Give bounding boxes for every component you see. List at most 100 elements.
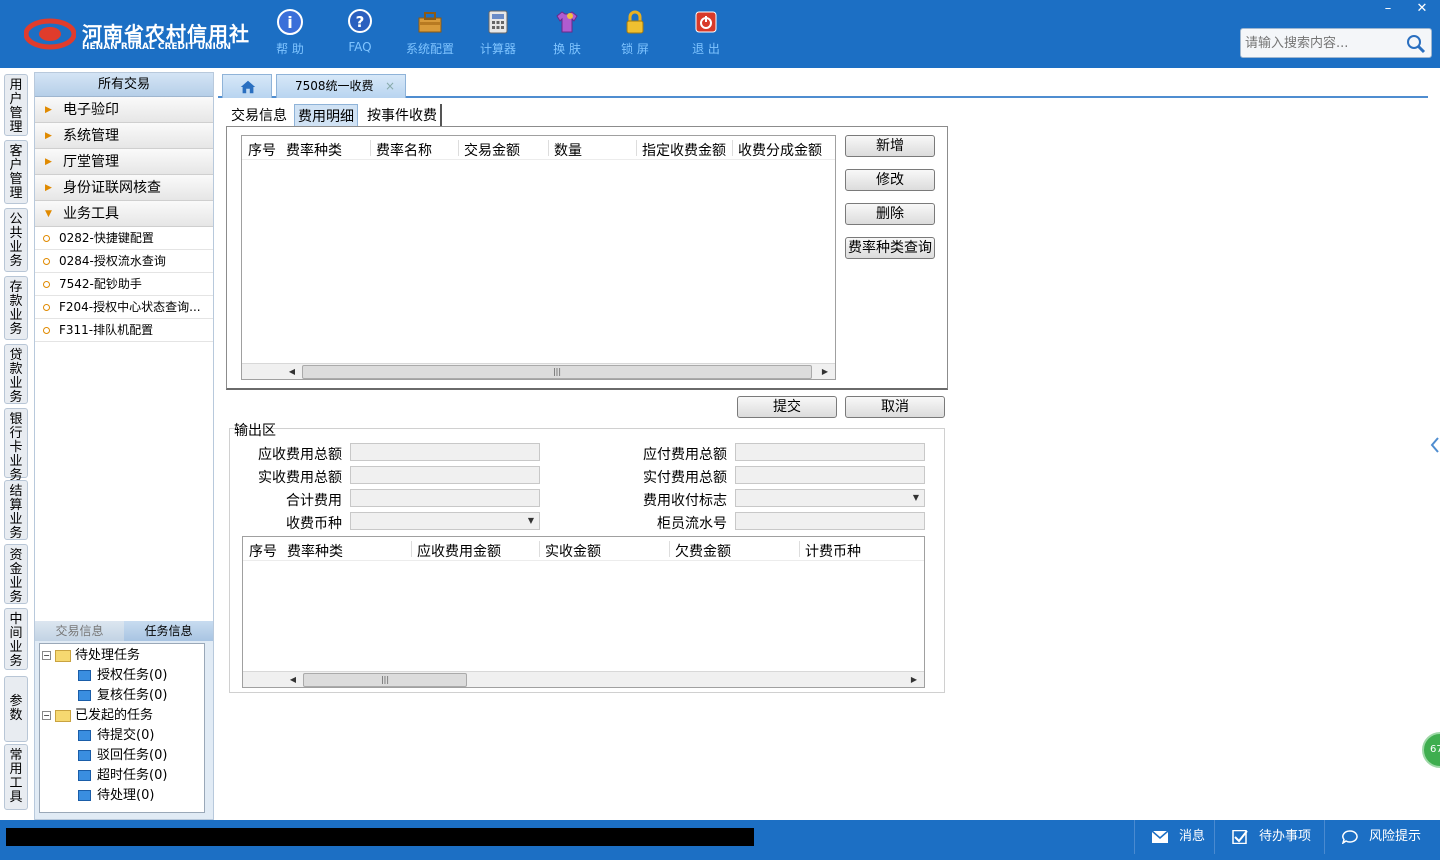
column-header[interactable]: 数量 (554, 140, 582, 160)
vtab-deposit-business[interactable]: 存款业务 (4, 276, 28, 340)
search-icon[interactable] (1405, 33, 1427, 55)
risk-alert-button[interactable]: 风险提示 (1324, 820, 1440, 854)
todo-button[interactable]: 待办事项 (1214, 820, 1324, 854)
scroll-left-icon[interactable]: ◀ (284, 364, 300, 380)
column-header[interactable]: 收费分成金额 (738, 140, 822, 160)
vtab-card-business[interactable]: 银行卡业务 (4, 408, 28, 483)
tree-node-rejected[interactable]: 驳回任务(0) (40, 746, 204, 766)
column-header[interactable]: 交易金额 (464, 140, 520, 160)
vtab-customer-management[interactable]: 客户管理 (4, 140, 28, 204)
help-button[interactable]: i 帮 助 (260, 8, 320, 62)
exit-button[interactable]: 退 出 (676, 8, 736, 62)
list-item[interactable]: 0284-授权流水查询 (35, 250, 213, 273)
teller-serial-field[interactable] (735, 512, 925, 530)
column-divider[interactable] (458, 140, 459, 156)
category-id-check[interactable]: ▶ 身份证联网核查 (35, 175, 213, 201)
column-divider[interactable] (370, 140, 371, 156)
collapse-side-icon[interactable] (1428, 420, 1440, 470)
chevron-down-icon[interactable]: ▼ (525, 515, 537, 527)
list-item[interactable]: 7542-配钞助手 (35, 273, 213, 296)
horizontal-scrollbar[interactable]: ◀ ||| ▶ (242, 363, 835, 379)
column-header[interactable]: 费率名称 (376, 140, 432, 160)
vtab-user-management[interactable]: 用户管理 (4, 74, 28, 136)
change-skin-button[interactable]: 换 肤 (537, 8, 597, 62)
tree-node-auth-task[interactable]: 授权任务(0) (40, 666, 204, 686)
scroll-left-icon[interactable]: ◀ (285, 672, 301, 688)
scroll-thumb[interactable]: ||| (303, 673, 467, 687)
receivable-total-field[interactable] (350, 443, 540, 461)
column-divider[interactable] (636, 140, 637, 156)
fee-sum-field[interactable] (350, 489, 540, 507)
vtab-settlement-business[interactable]: 结算业务 (4, 480, 28, 541)
column-divider[interactable] (732, 140, 733, 156)
scroll-right-icon[interactable]: ▶ (906, 672, 922, 688)
tab-transaction-info[interactable]: 交易信息 (35, 621, 124, 641)
close-window-button[interactable]: ✕ (1406, 0, 1438, 18)
column-header[interactable]: 实收金额 (545, 541, 601, 561)
currency-select[interactable]: ▼ (350, 512, 540, 530)
tab-unified-fee[interactable]: 7508统一收费 × (276, 74, 406, 98)
cancel-button[interactable]: 取消 (845, 396, 945, 418)
received-total-field[interactable] (350, 466, 540, 484)
submit-button[interactable]: 提交 (737, 396, 837, 418)
column-header[interactable]: 费率种类 (287, 541, 343, 561)
category-hall[interactable]: ▶ 厅堂管理 (35, 149, 213, 175)
vtab-common-tools[interactable]: 常用工具 (4, 744, 28, 810)
tab-fee-detail[interactable]: 费用明细 (294, 104, 358, 128)
tree-node-to-submit[interactable]: 待提交(0) (40, 726, 204, 746)
column-header[interactable]: 欠费金额 (675, 541, 731, 561)
column-divider[interactable] (799, 541, 800, 557)
category-e-seal[interactable]: ▶ 电子验印 (35, 97, 213, 123)
category-business-tools[interactable]: ▼ 业务工具 (35, 201, 213, 227)
column-header[interactable]: 序号 (248, 140, 276, 160)
column-header[interactable]: 指定收费金额 (642, 140, 726, 160)
tab-task-info[interactable]: 任务信息 (124, 621, 213, 641)
rate-type-query-button[interactable]: 费率种类查询 (845, 237, 935, 259)
column-divider[interactable] (669, 541, 670, 557)
calculator-button[interactable]: 计算器 (468, 8, 528, 62)
vtab-loan-business[interactable]: 贷款业务 (4, 344, 28, 405)
edit-button[interactable]: 修改 (845, 169, 935, 191)
column-header[interactable]: 序号 (249, 541, 277, 561)
tab-home[interactable] (222, 74, 272, 98)
chevron-down-icon[interactable]: ▼ (910, 492, 922, 504)
tree-node-pending[interactable]: − 待处理任务 (40, 646, 204, 666)
add-button[interactable]: 新增 (845, 135, 935, 157)
category-system[interactable]: ▶ 系统管理 (35, 123, 213, 149)
floating-assistant-ball[interactable]: 67 (1422, 732, 1440, 768)
lock-screen-button[interactable]: 锁 屏 (605, 8, 665, 62)
collapse-icon[interactable]: − (42, 651, 51, 660)
tree-node-timeout[interactable]: 超时任务(0) (40, 766, 204, 786)
tree-node-to-process[interactable]: 待处理(0) (40, 786, 204, 806)
column-header[interactable]: 应收费用金额 (417, 541, 501, 561)
minimize-button[interactable]: – (1372, 0, 1404, 18)
search-input[interactable] (1241, 29, 1403, 57)
paid-total-field[interactable] (735, 466, 925, 484)
messages-button[interactable]: 消息 (1134, 820, 1205, 854)
system-config-button[interactable]: 系统配置 (400, 8, 460, 62)
close-tab-icon[interactable]: × (385, 75, 395, 97)
faq-button[interactable]: ? FAQ (330, 8, 390, 62)
payable-total-field[interactable] (735, 443, 925, 461)
payment-flag-select[interactable]: ▼ (735, 489, 925, 507)
column-divider[interactable] (548, 140, 549, 156)
list-item[interactable]: F311-排队机配置 (35, 319, 213, 342)
horizontal-scrollbar[interactable]: ◀ ||| ▶ (243, 671, 924, 687)
list-item[interactable]: 0282-快捷键配置 (35, 227, 213, 250)
tree-node-initiated[interactable]: − 已发起的任务 (40, 706, 204, 726)
tab-transaction-info-inner[interactable]: 交易信息 (228, 104, 290, 128)
column-divider[interactable] (411, 541, 412, 557)
tab-event-fee[interactable]: 按事件收费 (364, 104, 442, 128)
vtab-fund-business[interactable]: 资金业务 (4, 544, 28, 605)
vtab-intermediary-business[interactable]: 中间业务 (4, 608, 28, 670)
vtab-parameters[interactable]: 参数 (4, 676, 28, 742)
column-header[interactable]: 费率种类 (286, 140, 342, 160)
tree-node-review-task[interactable]: 复核任务(0) (40, 686, 204, 706)
column-header[interactable]: 计费币种 (805, 541, 861, 561)
scroll-right-icon[interactable]: ▶ (817, 364, 833, 380)
collapse-icon[interactable]: − (42, 711, 51, 720)
list-item[interactable]: F204-授权中心状态查询... (35, 296, 213, 319)
vtab-public-business[interactable]: 公共业务 (4, 208, 28, 272)
scroll-thumb[interactable]: ||| (302, 365, 812, 379)
delete-button[interactable]: 删除 (845, 203, 935, 225)
